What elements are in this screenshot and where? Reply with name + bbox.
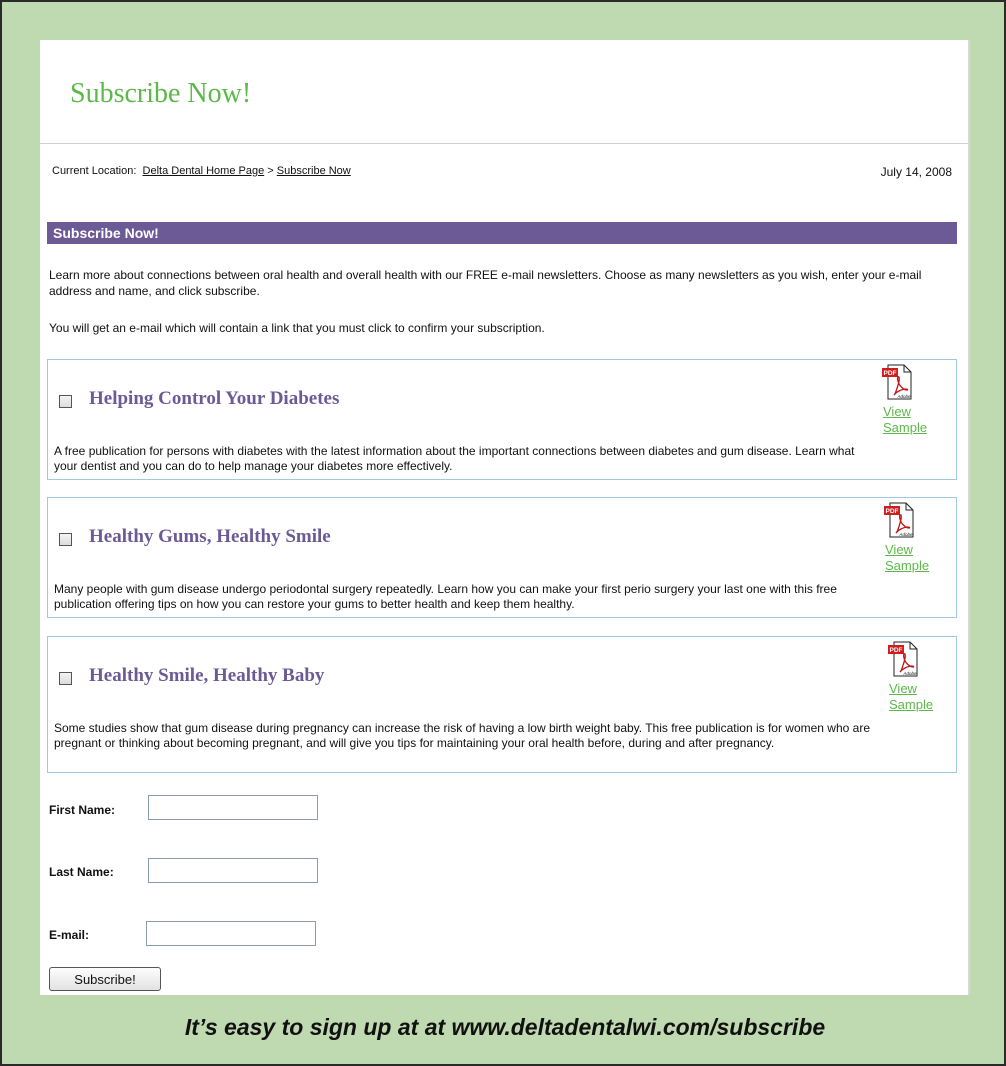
intro-text: Learn more about connections between ora…	[49, 268, 922, 298]
screenshot-frame: Subscribe Now! Current Location: Delta D…	[0, 0, 1006, 1066]
view-sample-link[interactable]: View Sample	[889, 681, 933, 713]
pdf-brand-text: Adobe	[896, 394, 911, 399]
last-name-field[interactable]	[148, 858, 318, 883]
page-title: Subscribe Now!	[70, 78, 252, 109]
pdf-icon: PDF Adobe	[884, 502, 914, 538]
email-label: E-mail:	[49, 928, 90, 942]
publication-title: Helping Control Your Diabetes	[89, 388, 340, 409]
publication-checkbox[interactable]	[59, 395, 72, 408]
first-name-label: First Name:	[49, 803, 116, 817]
publication-checkbox[interactable]	[59, 672, 72, 685]
first-name-field[interactable]	[148, 795, 318, 820]
caption-text: It’s easy to sign up at at www.deltadent…	[184, 1014, 826, 1040]
view-sample-line2: Sample	[889, 697, 934, 712]
publication-description: Many people with gum disease undergo per…	[54, 582, 837, 611]
pdf-badge-text: PDF	[890, 647, 903, 654]
publication-box-diabetes: Helping Control Your Diabetes PDF Adobe …	[47, 359, 957, 480]
view-sample-link[interactable]: View Sample	[885, 542, 929, 574]
pdf-icon: PDF Adobe	[888, 641, 918, 677]
view-sample-link[interactable]: View Sample	[883, 404, 927, 436]
pdf-badge-text: PDF	[886, 508, 899, 515]
pdf-brand-text: Adobe	[898, 532, 913, 537]
breadcrumb-current-link[interactable]: Subscribe Now	[277, 165, 351, 177]
view-sample-line2: Sample	[883, 420, 928, 435]
email-field[interactable]	[146, 921, 316, 946]
subscribe-button[interactable]: Subscribe!	[49, 967, 161, 991]
view-sample-line1: View	[889, 681, 917, 696]
pdf-badge-text: PDF	[884, 370, 897, 377]
web-page-panel: Subscribe Now! Current Location: Delta D…	[40, 40, 970, 995]
publication-box-gums: Healthy Gums, Healthy Smile PDF Adobe Vi…	[47, 497, 957, 618]
breadcrumb-separator: >	[267, 165, 274, 177]
pdf-icon: PDF Adobe	[882, 364, 912, 400]
publication-checkbox[interactable]	[59, 533, 72, 546]
breadcrumb-prefix: Current Location:	[52, 165, 137, 177]
view-sample-line1: View	[885, 542, 913, 557]
publication-title: Healthy Smile, Healthy Baby	[89, 665, 325, 686]
publication-title: Healthy Gums, Healthy Smile	[89, 526, 331, 547]
publication-box-baby: Healthy Smile, Healthy Baby PDF Adobe Vi…	[47, 636, 957, 773]
page-header: Subscribe Now!	[40, 40, 968, 144]
breadcrumb: Current Location: Delta Dental Home Page…	[52, 165, 351, 177]
view-sample-line1: View	[883, 404, 911, 419]
confirmation-text: You will get an e-mail which will contai…	[49, 321, 545, 335]
publication-description: A free publication for persons with diab…	[54, 444, 855, 473]
publication-description: Some studies show that gum disease durin…	[54, 721, 870, 750]
last-name-label: Last Name:	[49, 865, 114, 879]
view-sample-line2: Sample	[885, 558, 930, 573]
pdf-brand-text: Adobe	[902, 671, 917, 676]
page-date: July 14, 2008	[880, 165, 952, 179]
section-heading-bar: Subscribe Now!	[47, 222, 957, 244]
breadcrumb-home-link[interactable]: Delta Dental Home Page	[143, 165, 265, 177]
